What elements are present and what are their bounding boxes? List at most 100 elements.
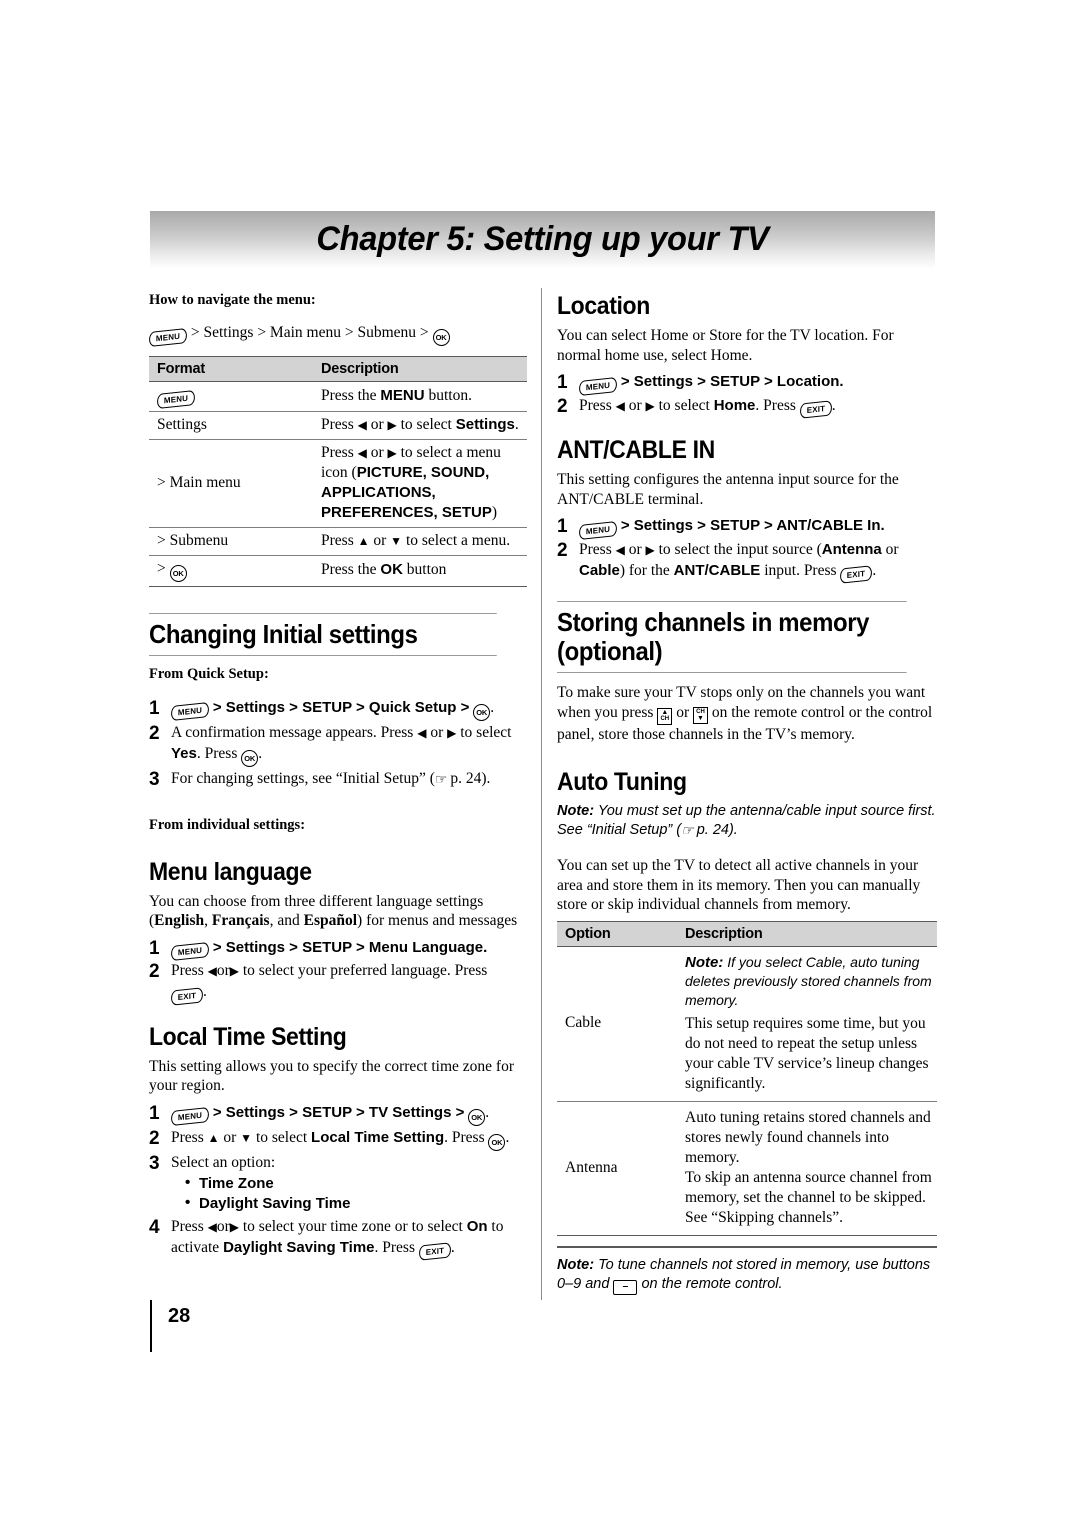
step-number: 3: [149, 1152, 160, 1174]
section-auto-tuning: Auto Tuning Note: You must set up the an…: [557, 768, 937, 1295]
storing-body: To make sure your TV stops only on the c…: [557, 683, 937, 744]
cell-description: Press the OK button: [313, 555, 527, 587]
text: p. 24).: [446, 769, 491, 787]
step-number: 2: [557, 395, 568, 417]
section-changing-initial-settings: Changing Initial settings From Quick Set…: [149, 612, 527, 834]
text: to select: [654, 396, 714, 414]
steps-menu-language: 1 MENU > Settings > SETUP > Menu Languag…: [149, 937, 527, 1006]
text-bold: Local Time Setting: [311, 1128, 445, 1146]
text-bold: Home: [713, 396, 756, 414]
step: 1 MENU > Settings > SETUP > TV Settings …: [149, 1102, 527, 1127]
text-bold: ANT/CABLE: [673, 561, 761, 579]
cell-description: Note: If you select Cable, auto tuning d…: [677, 946, 937, 1102]
text: to select: [456, 723, 512, 741]
text: ) for the: [619, 561, 674, 579]
exit-button-icon: EXIT: [799, 400, 832, 419]
text: button.: [424, 386, 472, 404]
left-arrow-icon: ◀: [207, 964, 217, 978]
section-ant-cable-in: ANT/CABLE IN This setting configures the…: [557, 436, 937, 584]
table-row: > Main menu Press ◀ or ▶ to select a men…: [149, 439, 527, 528]
text: For changing settings, see “Initial Setu…: [171, 769, 435, 787]
down-arrow-icon: ▼: [240, 1130, 253, 1145]
text-bold: Antenna: [821, 540, 882, 558]
menu-button-icon: MENU: [579, 376, 617, 396]
table-row: > OK Press the OK button: [149, 555, 527, 587]
step: 1 MENU > Settings > SETUP > Quick Setup …: [149, 697, 527, 722]
step: 3 Select an option: Time Zone Daylight S…: [149, 1152, 527, 1215]
local-time-options: Time Zone Daylight Saving Time: [171, 1173, 527, 1214]
steps-local-time: 1 MENU > Settings > SETUP > TV Settings …: [149, 1102, 527, 1261]
up-arrow-icon: ▲: [207, 1130, 220, 1145]
right-arrow-icon: ▶: [447, 725, 457, 740]
text: Press the: [321, 386, 381, 404]
text-bold: OK: [380, 561, 403, 578]
section-location: Location You can select Home or Store fo…: [557, 292, 937, 419]
text: or: [672, 703, 693, 721]
text: >: [157, 559, 170, 577]
text: Select an option:: [171, 1153, 276, 1171]
exit-button-icon: EXIT: [171, 986, 203, 1006]
right-arrow-icon: ▶: [645, 542, 655, 557]
text: . Press: [755, 396, 800, 414]
ok-button-icon: OK: [241, 749, 259, 767]
auto-tuning-footer-note: Note: To tune channels not stored in mem…: [557, 1256, 937, 1295]
step: 2 Press ◀ or ▶ to select the input sourc…: [557, 539, 937, 584]
steps-location: 1 MENU > Settings > SETUP > Location. 2 …: [557, 371, 937, 419]
table-row: Cable Note: If you select Cable, auto tu…: [557, 946, 937, 1102]
location-body: You can select Home or Store for the TV …: [557, 327, 894, 364]
left-arrow-icon: ◀: [615, 542, 625, 557]
ok-button-icon: OK: [473, 703, 491, 721]
step-number: 2: [149, 722, 160, 744]
down-arrow-icon: ▼: [390, 533, 403, 548]
step-number: 1: [149, 1102, 160, 1124]
footer-note-rule: [557, 1246, 937, 1248]
heading-changing-initial-settings: Changing Initial settings: [149, 612, 497, 656]
step-number: 2: [149, 1127, 160, 1149]
left-arrow-icon: ◀: [357, 417, 367, 432]
text-bold: Daylight Saving Time: [223, 1238, 375, 1256]
text: to select your time zone or to select: [239, 1217, 467, 1235]
section-how-to-navigate: How to navigate the menu: MENU > Setting…: [149, 292, 527, 587]
text-bold: Yes: [171, 744, 197, 762]
left-arrow-icon: ◀: [357, 445, 367, 460]
text: Press: [321, 443, 358, 461]
from-individual-settings-label: From individual settings:: [149, 816, 306, 833]
table-row: Antenna Auto tuning retains stored chann…: [557, 1101, 937, 1236]
text: to select your preferred language. Press: [239, 962, 488, 979]
left-arrow-icon: ◀: [417, 725, 427, 740]
ant-cable-body: This setting configures the antenna inpu…: [557, 471, 899, 508]
cell-description: Auto tuning retains stored channels and …: [677, 1101, 937, 1236]
text-bold: Cable: [579, 561, 620, 579]
table-header-row: Option Description: [557, 921, 937, 947]
th-option: Option: [557, 921, 677, 947]
text: You must set up the antenna/cable input …: [557, 803, 936, 838]
navigate-path: MENU > Settings > Main menu > Submenu > …: [149, 323, 527, 347]
text: ) for menus and messages: [357, 912, 518, 929]
left-arrow-icon: ◀: [615, 398, 625, 413]
text: A confirmation message appears. Press: [171, 723, 418, 741]
table-row: > Submenu Press ▲ or ▼ to select a menu.: [149, 527, 527, 556]
step: 3 For changing settings, see “Initial Se…: [149, 768, 527, 790]
step-number: 1: [149, 697, 160, 719]
left-column: How to navigate the menu: MENU > Setting…: [149, 292, 527, 1261]
table-row: Settings Press ◀ or ▶ to select Settings…: [149, 411, 527, 440]
pointing-hand-icon: ☞: [434, 772, 448, 788]
heading-local-time-setting: Local Time Setting: [149, 1022, 347, 1051]
menu-button-icon: MENU: [157, 389, 195, 409]
text: to select: [252, 1128, 312, 1146]
ch-label: CH: [660, 715, 670, 722]
page-number-rule: [150, 1300, 152, 1352]
ok-button-icon: OK: [488, 1133, 506, 1151]
step-number: 2: [149, 961, 160, 982]
step-text: Press ◀ or ▶ to select Home. Press EXIT.: [579, 395, 937, 419]
text: or: [881, 540, 899, 558]
heading-location: Location: [557, 292, 650, 320]
cell-description: Press ◀ or ▶ to select Settings.: [313, 411, 527, 440]
up-arrow-icon: ▲: [357, 533, 370, 548]
text-bold: > Settings > SETUP > TV Settings >: [212, 1103, 465, 1121]
th-description: Description: [677, 921, 937, 947]
text-bold: MENU: [380, 386, 425, 404]
right-arrow-icon: ▶: [229, 1219, 239, 1234]
channel-down-button-icon: CH ▼: [692, 706, 708, 724]
cell-format: > OK: [149, 555, 313, 587]
